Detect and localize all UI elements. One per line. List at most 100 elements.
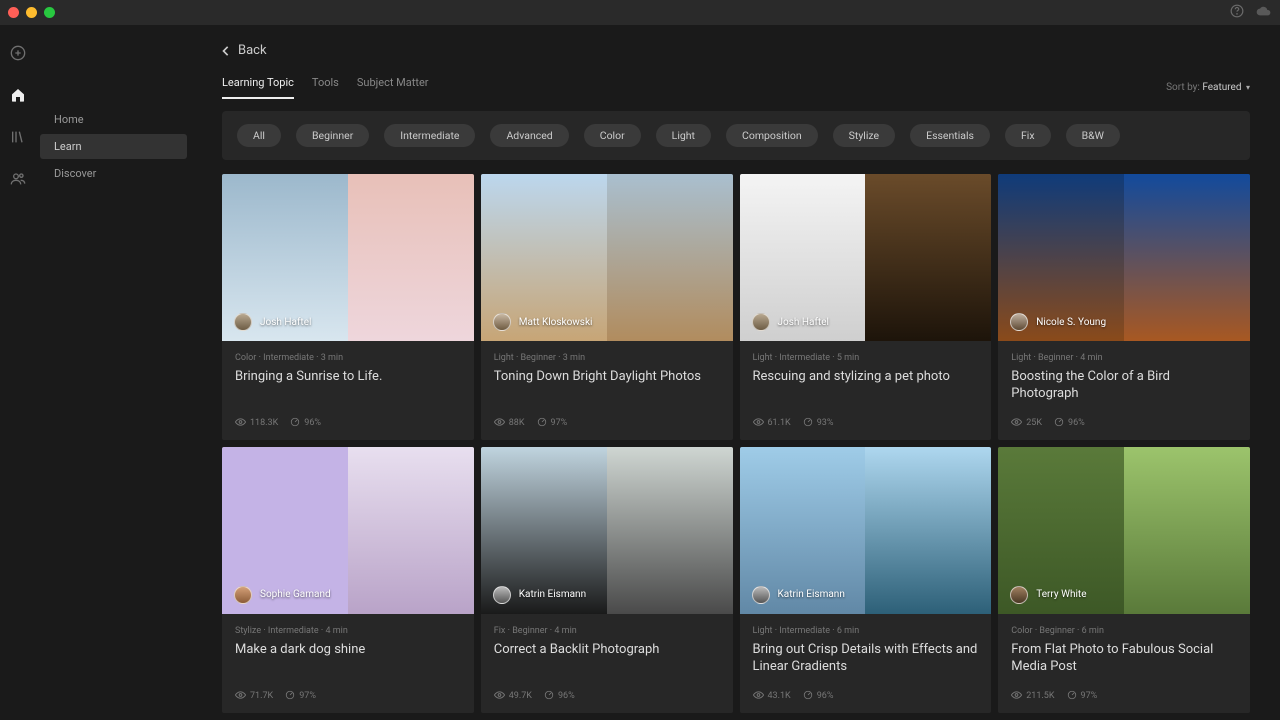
author-name: Katrin Eismann [778,589,845,600]
gauge-icon [803,417,813,430]
views-stat: 211.5K [1011,691,1054,702]
card-stats: 88K97% [494,403,720,430]
filter-chip-color[interactable]: Color [584,124,641,147]
avatar [752,313,770,331]
author-row: Nicole S. Young [1010,313,1106,331]
approval-stat: 96% [290,417,321,430]
card-title: Bring out Crisp Details with Effects and… [753,642,979,676]
avatar [234,313,252,331]
sidebar-item-discover[interactable]: Discover [40,161,187,186]
tutorial-card[interactable]: Matt Kloskowski Light · Beginner · 3 min T… [481,174,733,440]
author-name: Matt Kloskowski [519,317,593,328]
card-meta: Color · Beginner · 6 min [1011,626,1237,636]
card-title: From Flat Photo to Fabulous Social Media… [1011,642,1237,676]
home-nav-button[interactable] [8,85,28,105]
approval-stat: 97% [1067,690,1098,703]
fullscreen-window-button[interactable] [44,7,55,18]
tutorial-card[interactable]: Terry White Color · Beginner · 6 min From … [998,447,1250,713]
views-stat: 43.1K [753,691,791,702]
filter-chip-composition[interactable]: Composition [726,124,818,147]
tab-tools[interactable]: Tools [312,76,339,99]
card-meta: Light · Beginner · 3 min [494,353,720,363]
card-thumbnail: Sophie Gamand [222,447,474,614]
approval-stat: 96% [1054,417,1085,430]
avatar [234,586,252,604]
views-stat: 71.7K [235,691,273,702]
author-name: Josh Haftel [260,317,311,328]
filter-chip-essentials[interactable]: Essentials [910,124,990,147]
gauge-icon [803,690,813,703]
tutorial-card[interactable]: Sophie GamandStylize · Intermediate · 4 … [222,447,474,713]
card-thumbnail: Josh Haftel [740,174,992,341]
card-thumbnail: Katrin Eismann [481,447,733,614]
gauge-icon [1067,690,1077,703]
sort-selector[interactable]: Sort by: Featured ▾ [1166,82,1250,93]
filter-chip-all[interactable]: All [237,124,281,147]
filter-chip-advanced[interactable]: Advanced [490,124,568,147]
eye-icon [1011,418,1022,429]
author-row: Katrin Eismann [752,586,845,604]
views-stat: 25K [1011,418,1042,429]
card-meta: Light · Beginner · 4 min [1011,353,1237,363]
gauge-icon [1054,417,1064,430]
tutorial-card[interactable]: Katrin EismannLight · Intermediate · 6 m… [740,447,992,713]
library-nav-button[interactable] [8,127,28,147]
gauge-icon [285,690,295,703]
tutorial-card[interactable]: Josh Haftel Color · Intermediate · 3 min B… [222,174,474,440]
eye-icon [1011,691,1022,702]
card-stats: 49.7K96% [494,676,720,703]
minimize-window-button[interactable] [26,7,37,18]
back-label: Back [238,43,267,58]
tutorial-card[interactable]: Katrin EismannFix · Beginner · 4 minCorr… [481,447,733,713]
sidebar-item-home[interactable]: Home [40,107,187,132]
author-row: Terry White [1010,586,1086,604]
tab-learning-topic[interactable]: Learning Topic [222,76,294,99]
close-window-button[interactable] [8,7,19,18]
titlebar [0,0,1280,25]
tutorial-card[interactable]: Nicole S. Young Light · Beginner · 4 min B… [998,174,1250,440]
sort-prefix: Sort by: [1166,82,1200,93]
cloud-sync-icon[interactable] [1256,3,1272,22]
card-thumbnail: Terry White [998,447,1250,614]
card-thumbnail: Matt Kloskowski [481,174,733,341]
gauge-icon [537,417,547,430]
avatar [493,313,511,331]
approval-stat: 97% [285,690,316,703]
sidebar-item-learn[interactable]: Learn [40,134,187,159]
filter-chip-intermediate[interactable]: Intermediate [384,124,475,147]
sort-value: Featured [1202,82,1241,93]
card-title: Toning Down Bright Daylight Photos [494,369,720,386]
gauge-icon [290,417,300,430]
eye-icon [235,418,246,429]
tab-subject-matter[interactable]: Subject Matter [357,76,429,99]
approval-stat: 93% [803,417,834,430]
author-name: Terry White [1036,589,1086,600]
card-thumbnail: Josh Haftel [222,174,474,341]
card-title: Boosting the Color of a Bird Photograph [1011,369,1237,403]
traffic-lights [8,7,55,18]
eye-icon [494,418,505,429]
add-photos-button[interactable] [8,43,28,63]
filter-chip-b-w[interactable]: B&W [1066,124,1120,147]
card-thumbnail: Nicole S. Young [998,174,1250,341]
main-content: Back Learning Topic Tools Subject Matter… [192,25,1280,720]
card-title: Bringing a Sunrise to Life. [235,369,461,386]
author-row: Sophie Gamand [234,586,331,604]
author-name: Katrin Eismann [519,589,586,600]
views-stat: 118.3K [235,418,278,429]
tutorial-card[interactable]: Josh HaftelLight · Intermediate · 5 minR… [740,174,992,440]
filter-chip-beginner[interactable]: Beginner [296,124,369,147]
card-meta: Color · Intermediate · 3 min [235,353,461,363]
card-meta: Fix · Beginner · 4 min [494,626,720,636]
people-nav-button[interactable] [8,169,28,189]
back-button[interactable]: Back [222,43,1250,58]
avatar [493,586,511,604]
help-icon[interactable] [1230,3,1244,22]
eye-icon [235,691,246,702]
author-row: Josh Haftel [752,313,829,331]
author-row: Katrin Eismann [493,586,586,604]
eye-icon [494,691,505,702]
filter-chip-fix[interactable]: Fix [1005,124,1051,147]
filter-chip-stylize[interactable]: Stylize [833,124,895,147]
filter-chip-light[interactable]: Light [656,124,711,147]
